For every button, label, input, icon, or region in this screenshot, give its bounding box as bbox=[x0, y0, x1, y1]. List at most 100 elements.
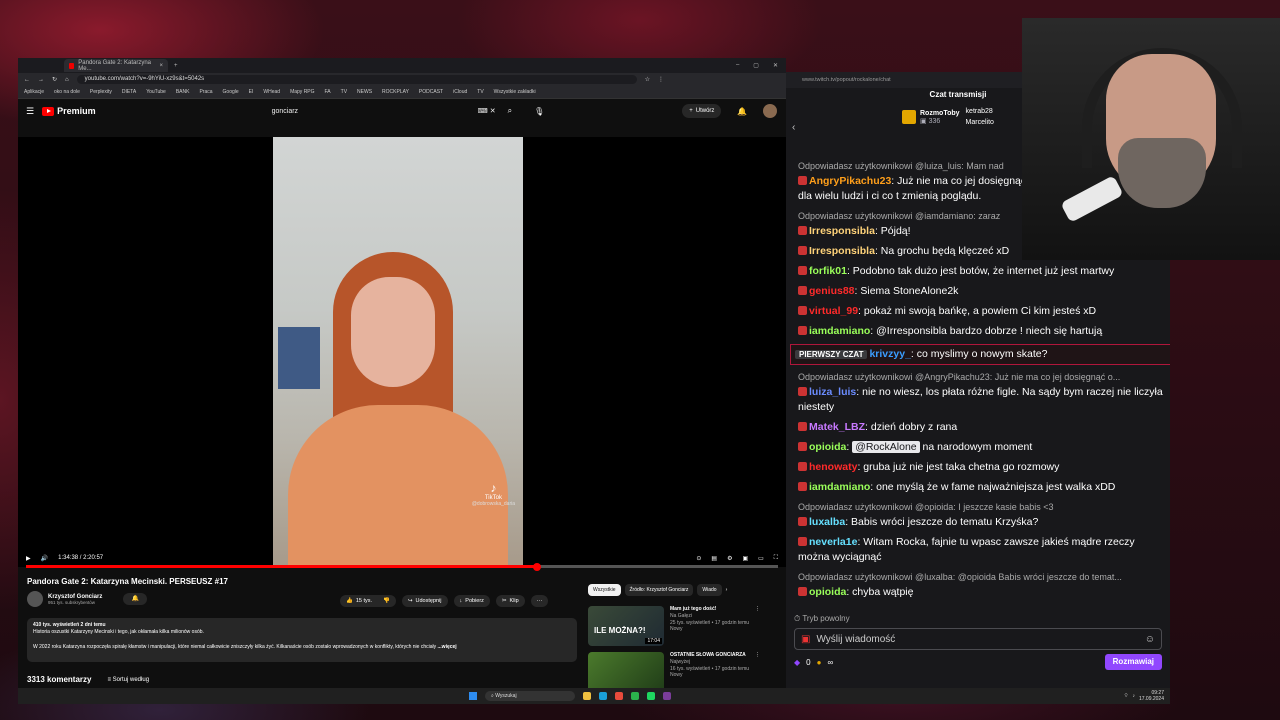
search-input[interactable]: gonciarz ⌨ ✕ bbox=[264, 103, 504, 119]
bookmark-item[interactable]: FA bbox=[325, 89, 331, 95]
subtitles-icon[interactable]: ▤ bbox=[711, 555, 717, 562]
autoplay-toggle-icon[interactable]: ⊙ bbox=[696, 555, 701, 562]
clear-search-icon[interactable]: ✕ bbox=[490, 107, 496, 115]
chat-username[interactable]: virtual_99 bbox=[809, 305, 858, 317]
bookmark-item[interactable]: ROCKPLAY bbox=[382, 89, 409, 95]
fullscreen-icon[interactable]: ⛶ bbox=[774, 555, 778, 562]
bookmark-item[interactable]: EI bbox=[249, 89, 254, 95]
obs-icon[interactable] bbox=[663, 692, 671, 700]
app-icon[interactable] bbox=[631, 692, 639, 700]
maximize-icon[interactable]: ▢ bbox=[753, 62, 759, 69]
bookmark-item[interactable]: Mapy RPG bbox=[290, 89, 314, 95]
subscription-bell-button[interactable]: 🔔 bbox=[123, 593, 148, 605]
like-button[interactable]: 👍 15 tys. 👎 bbox=[340, 595, 396, 607]
bookmark-item[interactable]: NEWS bbox=[357, 89, 372, 95]
keyboard-icon[interactable]: ⌨ bbox=[478, 107, 488, 115]
chat-send-button[interactable]: Rozmawiaj bbox=[1104, 654, 1162, 670]
file-explorer-icon[interactable] bbox=[583, 692, 591, 700]
points-icon[interactable]: ● bbox=[817, 658, 822, 667]
video-player[interactable]: ♪ TikTok @dobrowska_daria bbox=[18, 137, 786, 567]
create-button[interactable]: + Utwórz bbox=[682, 104, 722, 118]
emote-icon[interactable]: ☺ bbox=[1145, 634, 1155, 645]
channel-name[interactable]: Krzysztof Gonciarz bbox=[48, 594, 102, 600]
chat-input[interactable]: ▣ Wyślij wiadomość ☺ bbox=[794, 628, 1162, 650]
video-thumbnail[interactable] bbox=[588, 652, 664, 688]
windows-start-icon[interactable] bbox=[469, 692, 477, 700]
bookmark-item[interactable]: Praca bbox=[199, 89, 212, 95]
play-icon[interactable]: ▶ bbox=[26, 555, 31, 562]
search-icon[interactable]: ⌕ bbox=[508, 106, 512, 116]
browser-tab[interactable]: Pandora Gate 2: Katarzyna Me... × bbox=[64, 59, 168, 72]
download-button[interactable]: ↓ Pobierz bbox=[453, 595, 490, 607]
chat-username[interactable]: Matek_LBZ bbox=[809, 421, 865, 433]
menu-icon[interactable]: ☰ bbox=[26, 106, 34, 117]
description-box[interactable]: 410 tys. wyświetleń 2 dni temu Historia … bbox=[27, 618, 577, 662]
volume-icon[interactable]: ♪ bbox=[1132, 693, 1135, 699]
chat-username[interactable]: luiza_luis bbox=[809, 386, 856, 398]
extensions-icon[interactable]: ⋮ bbox=[658, 76, 664, 83]
gift-leaderboard[interactable]: RozmoToby ▣ 336 ketrab28 Marcelito bbox=[902, 106, 994, 128]
bookmark-item[interactable]: Perplexity bbox=[90, 89, 112, 95]
bookmark-item[interactable]: Wszystkie zakładki bbox=[494, 89, 536, 95]
chat-username[interactable]: opioida bbox=[809, 586, 846, 598]
reload-icon[interactable]: ↻ bbox=[52, 76, 57, 83]
bookmark-item[interactable]: Google bbox=[223, 89, 239, 95]
microphone-icon[interactable]: 🎙 bbox=[534, 107, 544, 116]
bookmark-item[interactable]: WHead bbox=[263, 89, 280, 95]
chip-all[interactable]: Wszystkie bbox=[588, 584, 621, 596]
theater-mode-icon[interactable]: ▭ bbox=[758, 555, 764, 562]
wifi-icon[interactable]: ⌔ bbox=[1124, 693, 1129, 699]
chat-username[interactable]: forfik01 bbox=[809, 265, 847, 277]
chat-username[interactable]: luxalba bbox=[809, 516, 845, 528]
settings-gear-icon[interactable]: ⚙ bbox=[727, 555, 732, 562]
bookmark-item[interactable]: iCloud bbox=[453, 89, 467, 95]
chat-username[interactable]: opioida bbox=[809, 441, 846, 453]
account-avatar[interactable] bbox=[763, 104, 778, 118]
chat-username[interactable]: AngryPikachu23 bbox=[809, 175, 891, 187]
chevron-right-icon[interactable]: › bbox=[726, 584, 728, 596]
bookmark-item[interactable]: TV bbox=[477, 89, 483, 95]
chrome-icon[interactable] bbox=[615, 692, 623, 700]
chat-username[interactable]: Irresponsibla bbox=[809, 245, 875, 257]
new-tab-icon[interactable]: + bbox=[174, 63, 178, 69]
forward-icon[interactable]: → bbox=[38, 77, 44, 83]
notifications-bell-icon[interactable]: 🔔 bbox=[737, 107, 747, 116]
recommended-video[interactable]: OSTATNIE SŁOWA GONCIARZA Najwyżej 16 tys. … bbox=[588, 652, 760, 688]
chip-news[interactable]: Wiado bbox=[697, 584, 722, 596]
close-window-icon[interactable]: ✕ bbox=[773, 62, 778, 69]
bookmark-item[interactable]: YouTube bbox=[146, 89, 166, 95]
sort-button[interactable]: ≡ Sortuj według bbox=[107, 677, 149, 683]
youtube-logo[interactable]: Premium bbox=[42, 106, 96, 116]
share-button[interactable]: ↪ Udostępnij bbox=[401, 595, 448, 607]
more-actions-button[interactable]: ⋯ bbox=[530, 595, 549, 607]
chat-username[interactable]: henowaty bbox=[809, 461, 857, 473]
clip-button[interactable]: ✂ Klip bbox=[495, 595, 525, 607]
bits-icon[interactable]: ◆ bbox=[794, 658, 800, 667]
chip-source[interactable]: Źródło: Krzysztof Gonciarz bbox=[624, 584, 694, 596]
recommended-video[interactable]: ILE MOŻNA?! 17:04 Mam już tego dość! Na Ga… bbox=[588, 606, 760, 646]
chat-username[interactable]: neverla1e bbox=[809, 536, 857, 548]
more-options-icon[interactable]: ⋮ bbox=[755, 652, 760, 688]
bookmark-item[interactable]: DIETA bbox=[122, 89, 136, 95]
taskbar-search[interactable]: ⌕ Wyszukaj bbox=[485, 691, 575, 701]
channel-avatar[interactable] bbox=[27, 591, 43, 607]
edge-icon[interactable] bbox=[599, 692, 607, 700]
volume-icon[interactable]: 🔊 bbox=[41, 555, 48, 562]
more-options-icon[interactable]: ⋮ bbox=[755, 606, 760, 646]
minimize-icon[interactable]: – bbox=[736, 62, 739, 69]
emote-picker-left-icon[interactable]: ▣ bbox=[801, 634, 810, 645]
mention[interactable]: @RockAlone bbox=[852, 441, 920, 453]
thumbs-down-icon[interactable]: 👎 bbox=[383, 598, 390, 604]
collapse-arrow-icon[interactable]: ‹ bbox=[792, 122, 795, 133]
bookmark-item[interactable]: BANK bbox=[176, 89, 190, 95]
miniplayer-icon[interactable]: ▣ bbox=[742, 555, 748, 562]
chat-username[interactable]: genius88 bbox=[809, 285, 855, 297]
video-thumbnail[interactable]: ILE MOŻNA?! 17:04 bbox=[588, 606, 664, 646]
chat-username[interactable]: iamdamiano bbox=[809, 325, 870, 337]
url-field[interactable]: youtube.com/watch?v=-9hYiU-xz9s&t=5042s bbox=[76, 75, 637, 84]
back-icon[interactable]: ← bbox=[24, 77, 30, 83]
close-tab-icon[interactable]: × bbox=[159, 63, 163, 69]
video-frame[interactable]: ♪ TikTok @dobrowska_daria bbox=[273, 137, 523, 567]
bookmark-item[interactable]: Aplikacje bbox=[24, 89, 44, 95]
home-icon[interactable]: ⌂ bbox=[65, 77, 69, 83]
